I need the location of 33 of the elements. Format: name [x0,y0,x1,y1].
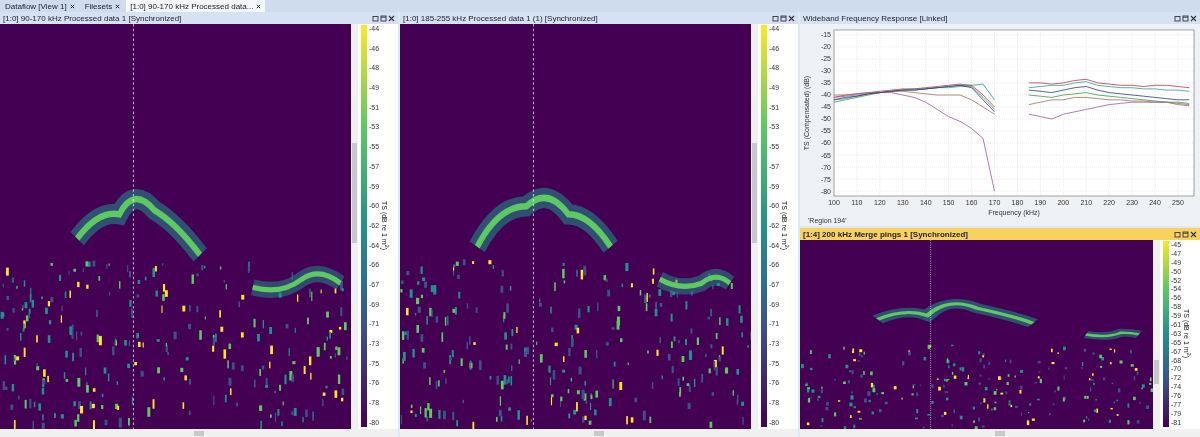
fish-track-trace [1085,327,1141,342]
vertical-scrollbar[interactable] [751,24,758,429]
horizontal-scrollbar[interactable] [400,429,798,437]
maximize-icon[interactable] [1182,230,1189,238]
vertical-scrollbar[interactable] [1153,240,1160,429]
close-icon[interactable] [256,3,262,9]
panel-title: Wideband Frequency Response [Linked] [803,13,948,23]
close-icon[interactable] [69,3,75,9]
scrollbar-thumb[interactable] [594,430,604,436]
close-icon[interactable] [788,14,795,22]
panel-title: [1:0] 90-170 kHz Processed data 1 [Synchronized] [3,13,182,23]
restore-icon[interactable] [372,14,379,22]
restore-icon[interactable] [1174,230,1181,238]
document-tab[interactable]: [1:0] 90-170 kHz Processed data... [126,0,266,12]
close-icon[interactable] [1190,230,1197,238]
maximize-icon[interactable] [380,14,387,22]
restore-icon[interactable] [1174,14,1181,22]
scrollbar-thumb[interactable] [995,430,1005,436]
vertical-scrollbar[interactable] [351,24,358,429]
scrollbar-thumb[interactable] [752,143,757,244]
horizontal-scrollbar[interactable] [800,429,1200,437]
close-icon[interactable] [1190,14,1197,22]
panel-title: [1:0] 185-255 kHz Processed data 1 (1) [Synchronized] [403,13,598,23]
scrollbar-thumb[interactable] [194,430,204,436]
maximize-icon[interactable] [780,14,787,22]
scrollbar-thumb[interactable] [352,143,357,244]
horizontal-scrollbar[interactable] [0,429,398,437]
close-icon[interactable] [115,3,121,9]
maximize-icon[interactable] [1182,14,1189,22]
panel-title: [1:4] 200 kHz Merge pings 1 [Synchronized] [803,229,968,239]
close-icon[interactable] [388,14,395,22]
scrollbar-thumb[interactable] [1154,360,1159,385]
restore-icon[interactable] [772,14,779,22]
